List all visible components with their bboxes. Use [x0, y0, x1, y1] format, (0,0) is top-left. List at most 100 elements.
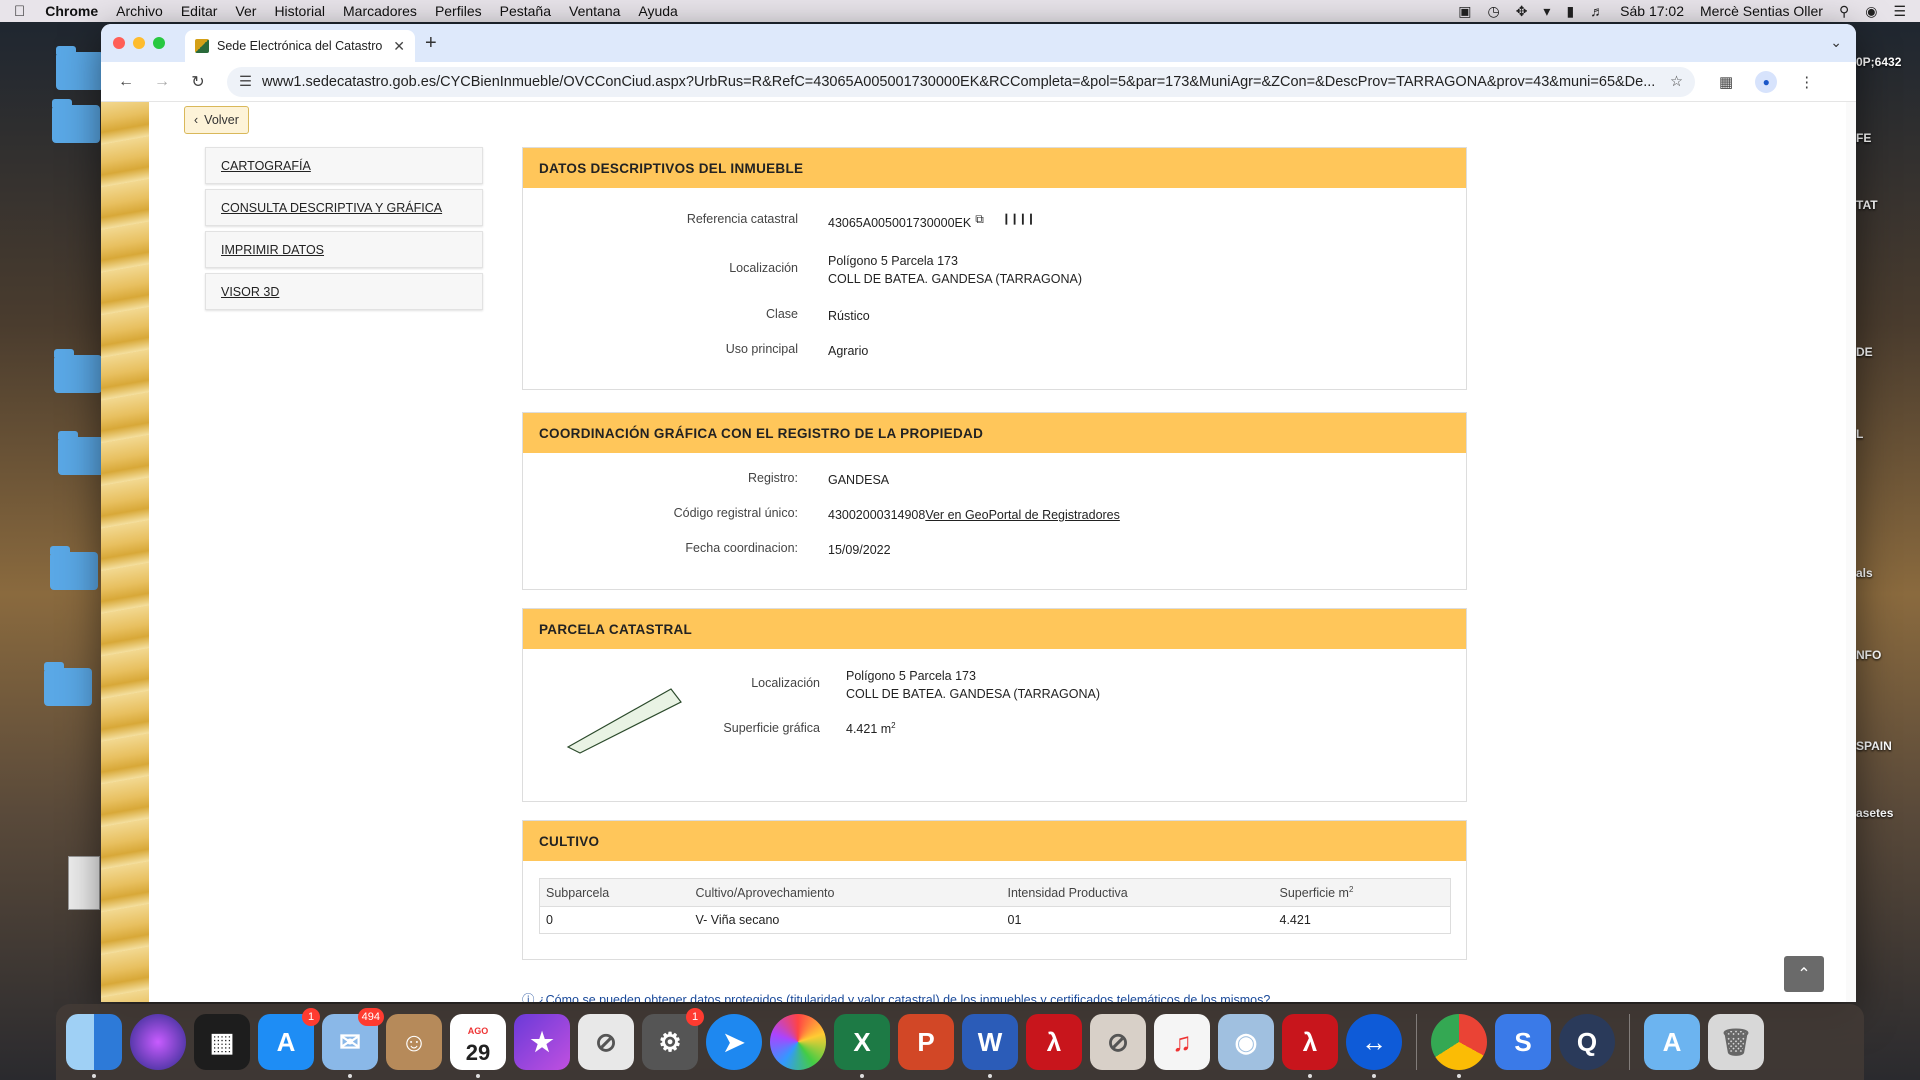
siri-icon[interactable]	[130, 1014, 186, 1070]
desktop-folder-icon[interactable]	[52, 99, 100, 143]
control-icon[interactable]: ✥	[1516, 3, 1528, 20]
photos-icon[interactable]	[770, 1014, 826, 1070]
menu-imprimir-datos[interactable]: IMPRIMIR DATOS	[205, 231, 483, 268]
wifi-icon[interactable]: ▾	[1543, 3, 1550, 20]
acrobat-icon[interactable]: λ	[1026, 1014, 1082, 1070]
copy-icon[interactable]: ⧉	[975, 212, 984, 232]
menu-ayuda[interactable]: Ayuda	[638, 3, 677, 19]
menu-ventana[interactable]: Ventana	[569, 3, 620, 19]
time-machine-icon[interactable]: ◷	[1487, 3, 1499, 20]
minimize-window-button[interactable]	[133, 37, 145, 49]
siri-icon[interactable]: ◉	[1865, 3, 1877, 20]
parcel-shape-icon[interactable]	[563, 639, 693, 759]
scroll-to-top-button[interactable]: ⌃	[1784, 956, 1824, 992]
desktop-label[interactable]: DE	[1856, 345, 1873, 359]
desktop-label[interactable]: TAT	[1856, 198, 1878, 212]
screen-mirror-icon[interactable]: ▣	[1458, 3, 1471, 20]
menu-archivo[interactable]: Archivo	[116, 3, 163, 19]
panel-header: CULTIVO	[523, 821, 1466, 861]
volume-icon[interactable]: ♬	[1590, 3, 1604, 19]
extensions-puzzle-icon[interactable]: ▦	[1719, 73, 1733, 91]
running-indicator	[476, 1074, 480, 1078]
parcela-loc-label: Localización	[751, 676, 820, 690]
contacts-icon[interactable]: ☺	[386, 1014, 442, 1070]
close-tab-icon[interactable]: ✕	[393, 38, 405, 55]
acrobat-reader-icon[interactable]: λ	[1282, 1014, 1338, 1078]
desktop-label[interactable]: NFO	[1856, 648, 1881, 662]
photo-booth-icon[interactable]: ▦	[194, 1014, 250, 1070]
url-text[interactable]: www1.sedecatastro.gob.es/CYCBienInmueble…	[262, 74, 1660, 90]
faq-text[interactable]: ¿Cómo se pueden obtener datos protegidos…	[538, 993, 1270, 1002]
finder-icon[interactable]	[66, 1014, 122, 1078]
chrome-menu-icon[interactable]: ⋮	[1799, 73, 1814, 91]
running-indicator	[988, 1074, 992, 1078]
menu-historial[interactable]: Historial	[274, 3, 325, 19]
apple-menu-icon[interactable]: 	[14, 3, 25, 20]
dock-separator	[1629, 1014, 1630, 1070]
calendar-icon[interactable]: AGO 29	[450, 1014, 506, 1078]
menu-editar[interactable]: Editar	[181, 3, 218, 19]
excel-icon[interactable]: X	[834, 1014, 890, 1078]
desktop-label[interactable]: asetes	[1856, 806, 1893, 820]
barcode-icon[interactable]: ❙❙❙❙	[1002, 212, 1036, 232]
word-icon[interactable]: W	[962, 1014, 1018, 1078]
menu-visor-3d[interactable]: VISOR 3D	[205, 273, 483, 310]
close-window-button[interactable]	[113, 37, 125, 49]
chrome-icon[interactable]	[1431, 1014, 1487, 1078]
menu-perfiles[interactable]: Perfiles	[435, 3, 482, 19]
reload-icon[interactable]: ↻	[183, 72, 213, 92]
desktop-label[interactable]: FE	[1856, 131, 1871, 145]
menubar-user[interactable]: Mercè Sentias Oller	[1700, 3, 1823, 19]
desktop-label[interactable]: als	[1856, 566, 1873, 580]
desktop-folder-icon[interactable]	[58, 431, 106, 475]
back-button[interactable]: ‹ Volver	[184, 106, 249, 134]
menu-pestana[interactable]: Pestaña	[500, 3, 551, 19]
desktop-folder-icon[interactable]	[50, 546, 98, 590]
quicktime-icon[interactable]: Q	[1559, 1014, 1615, 1070]
mail-icon[interactable]: ✉ 494	[322, 1008, 384, 1078]
trash-icon[interactable]: 🗑	[1708, 1014, 1764, 1070]
forward-arrow-icon[interactable]: →	[147, 73, 177, 91]
control-center-icon[interactable]: ☰	[1893, 3, 1906, 20]
desktop-label[interactable]: 0P;6432	[1856, 55, 1901, 69]
imovie-icon[interactable]: ★	[514, 1014, 570, 1070]
desktop-file-icon[interactable]	[68, 856, 100, 910]
safari-icon[interactable]: ➤	[706, 1014, 762, 1070]
skype-icon[interactable]: S	[1495, 1014, 1551, 1070]
powerpoint-icon[interactable]: P	[898, 1014, 954, 1070]
preview-icon[interactable]: ◉	[1218, 1014, 1274, 1070]
menu-marcadores[interactable]: Marcadores	[343, 3, 417, 19]
applications-folder-icon[interactable]: A	[1644, 1014, 1700, 1070]
menu-cartografia[interactable]: CARTOGRAFÍA	[205, 147, 483, 184]
back-arrow-icon[interactable]: ←	[111, 73, 141, 91]
teamviewer-icon[interactable]: ↔	[1346, 1014, 1402, 1078]
page-scrollbar[interactable]	[1846, 102, 1856, 1002]
col-intensidad: Intensidad Productiva	[1001, 877, 1274, 908]
utility-icon[interactable]: ⊘	[578, 1014, 634, 1070]
faq-link[interactable]: ⓘ ¿Cómo se pueden obtener datos protegid…	[522, 989, 1270, 1002]
site-info-icon[interactable]: ☰	[239, 74, 252, 90]
new-tab-button[interactable]: +	[425, 32, 437, 55]
address-bar[interactable]: ☰ www1.sedecatastro.gob.es/CYCBienInmueb…	[227, 66, 1695, 97]
zoom-window-button[interactable]	[153, 37, 165, 49]
tab-search-chevron-icon[interactable]: ⌄	[1830, 34, 1842, 51]
menubar-clock[interactable]: Sáb 17:02	[1620, 3, 1684, 19]
spotlight-search-icon[interactable]: ⚲	[1839, 3, 1849, 20]
tab-catastro[interactable]: Sede Electrónica del Catastro ✕	[185, 30, 415, 62]
desktop-folder-icon[interactable]	[44, 662, 92, 706]
desktop-folder-icon[interactable]	[54, 349, 102, 393]
bookmark-star-icon[interactable]: ☆	[1670, 74, 1683, 90]
desktop-label[interactable]: SPAIN	[1856, 739, 1892, 753]
desktop-label[interactable]: L	[1856, 427, 1863, 441]
app-store-icon[interactable]: A1	[258, 1008, 320, 1070]
menu-app-name[interactable]: Chrome	[45, 3, 98, 19]
profile-avatar-icon[interactable]: ●	[1755, 70, 1778, 93]
system-settings-icon[interactable]: ⚙ 1	[642, 1008, 704, 1070]
menu-consulta-descriptiva[interactable]: CONSULTA DESCRIPTIVA Y GRÁFICA	[205, 189, 483, 226]
battery-icon[interactable]: ▮	[1566, 3, 1574, 20]
utility-icon[interactable]: ⊘	[1090, 1014, 1146, 1070]
menu-ver[interactable]: Ver	[235, 3, 256, 19]
geoportal-link[interactable]: Ver en GeoPortal de Registradores	[925, 506, 1120, 524]
desktop-folder-icon[interactable]	[56, 46, 104, 90]
music-icon[interactable]: ♫	[1154, 1014, 1210, 1070]
